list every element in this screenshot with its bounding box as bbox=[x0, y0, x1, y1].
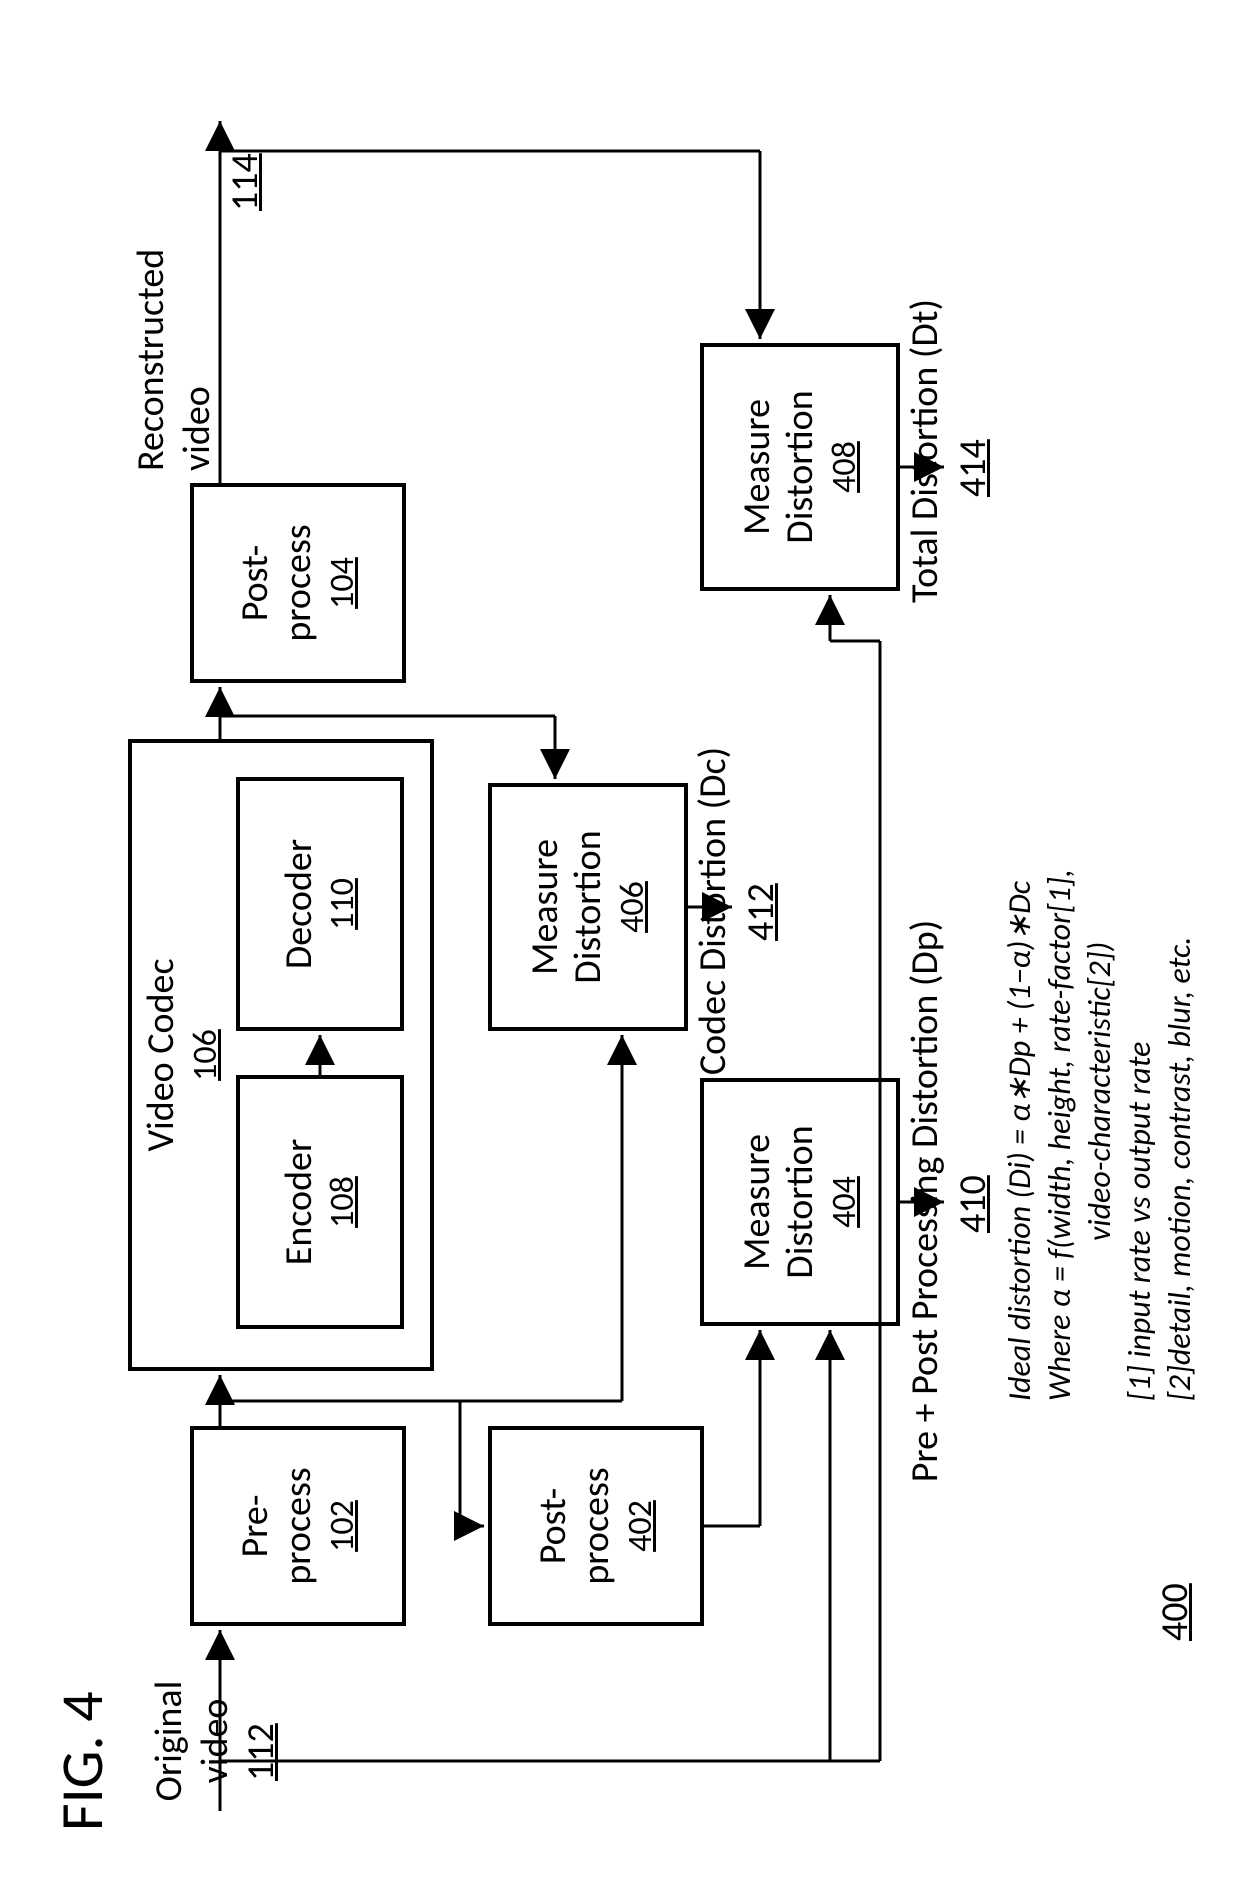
connectors bbox=[0, 0, 1240, 1901]
